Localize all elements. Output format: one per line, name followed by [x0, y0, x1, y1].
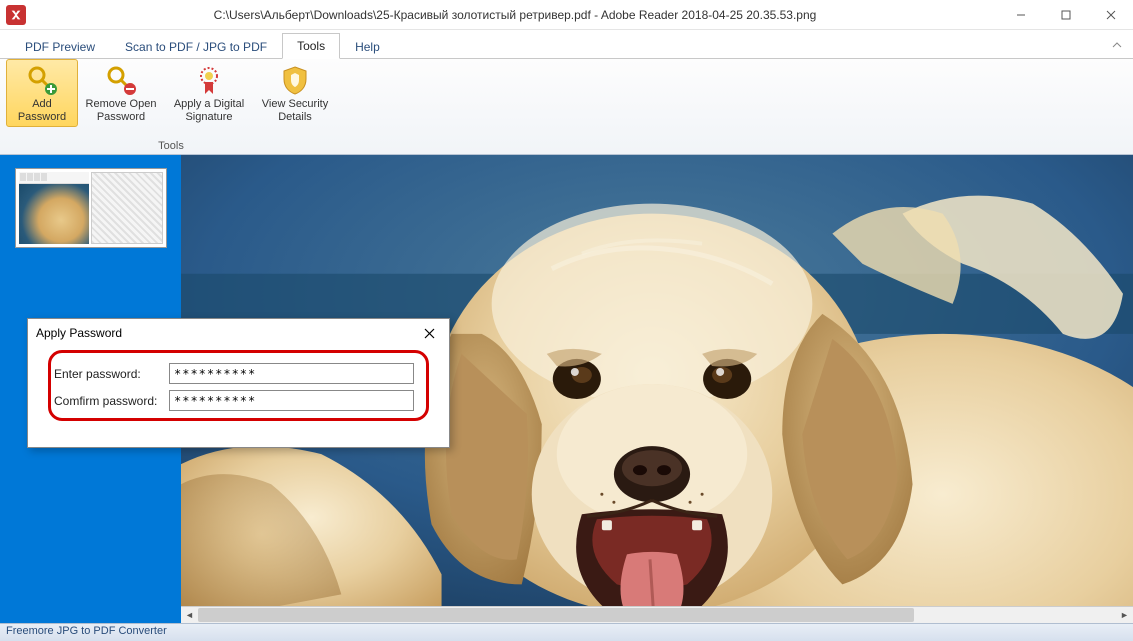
maximize-button[interactable]: [1043, 0, 1088, 30]
remove-open-password-button[interactable]: Remove Open Password: [78, 59, 164, 127]
view-security-details-label: View Security Details: [257, 98, 333, 124]
apply-digital-signature-label: Apply a Digital Signature: [167, 98, 251, 124]
dialog-close-button[interactable]: [417, 323, 441, 343]
ribbon: Add Password Remove Open Password Apply …: [0, 59, 1133, 155]
add-password-button[interactable]: Add Password: [6, 59, 78, 127]
app-icon: [6, 5, 26, 25]
tab-tools[interactable]: Tools: [282, 33, 340, 59]
apply-digital-signature-button[interactable]: Apply a Digital Signature: [164, 59, 254, 127]
scroll-right-button[interactable]: ►: [1116, 607, 1133, 623]
dialog-title: Apply Password: [36, 326, 122, 340]
apply-password-dialog: Apply Password Enter password: Comfirm p…: [27, 318, 450, 448]
window-controls: [998, 0, 1133, 30]
ribbon-collapse-button[interactable]: [1103, 30, 1131, 60]
add-password-label: Add Password: [9, 98, 75, 124]
horizontal-scrollbar[interactable]: ◄ ►: [181, 606, 1133, 623]
tab-help[interactable]: Help: [340, 34, 395, 59]
key-add-icon: [26, 64, 58, 96]
tab-scan-to-pdf[interactable]: Scan to PDF / JPG to PDF: [110, 34, 282, 59]
shield-icon: [279, 64, 311, 96]
ribbon-group-label: Tools: [158, 140, 184, 154]
dialog-titlebar[interactable]: Apply Password: [28, 319, 449, 347]
enter-password-input[interactable]: [169, 363, 414, 384]
view-security-details-button[interactable]: View Security Details: [254, 59, 336, 127]
status-text: Freemore JPG to PDF Converter: [6, 625, 167, 637]
scroll-track[interactable]: [198, 607, 1116, 623]
confirm-password-label: Comfirm password:: [54, 394, 169, 408]
window-title: C:\Users\Альберт\Downloads\25-Красивый з…: [32, 8, 998, 22]
tab-bar: PDF Preview Scan to PDF / JPG to PDF Too…: [0, 30, 1133, 59]
scroll-thumb[interactable]: [198, 608, 914, 622]
minimize-button[interactable]: [998, 0, 1043, 30]
confirm-password-input[interactable]: [169, 390, 414, 411]
scroll-left-button[interactable]: ◄: [181, 607, 198, 623]
close-button[interactable]: [1088, 0, 1133, 30]
status-bar: Freemore JPG to PDF Converter: [0, 623, 1133, 641]
tab-pdf-preview[interactable]: PDF Preview: [10, 34, 110, 59]
title-bar: C:\Users\Альберт\Downloads\25-Красивый з…: [0, 0, 1133, 30]
page-thumbnail[interactable]: [16, 169, 166, 247]
remove-open-password-label: Remove Open Password: [81, 98, 161, 124]
thumbnail-page-1: [19, 172, 89, 244]
ribbon-group-tools: Add Password Remove Open Password Apply …: [6, 59, 336, 154]
signature-ribbon-icon: [193, 64, 225, 96]
thumbnail-page-2: [91, 172, 163, 244]
enter-password-label: Enter password:: [54, 367, 169, 381]
key-remove-icon: [105, 64, 137, 96]
